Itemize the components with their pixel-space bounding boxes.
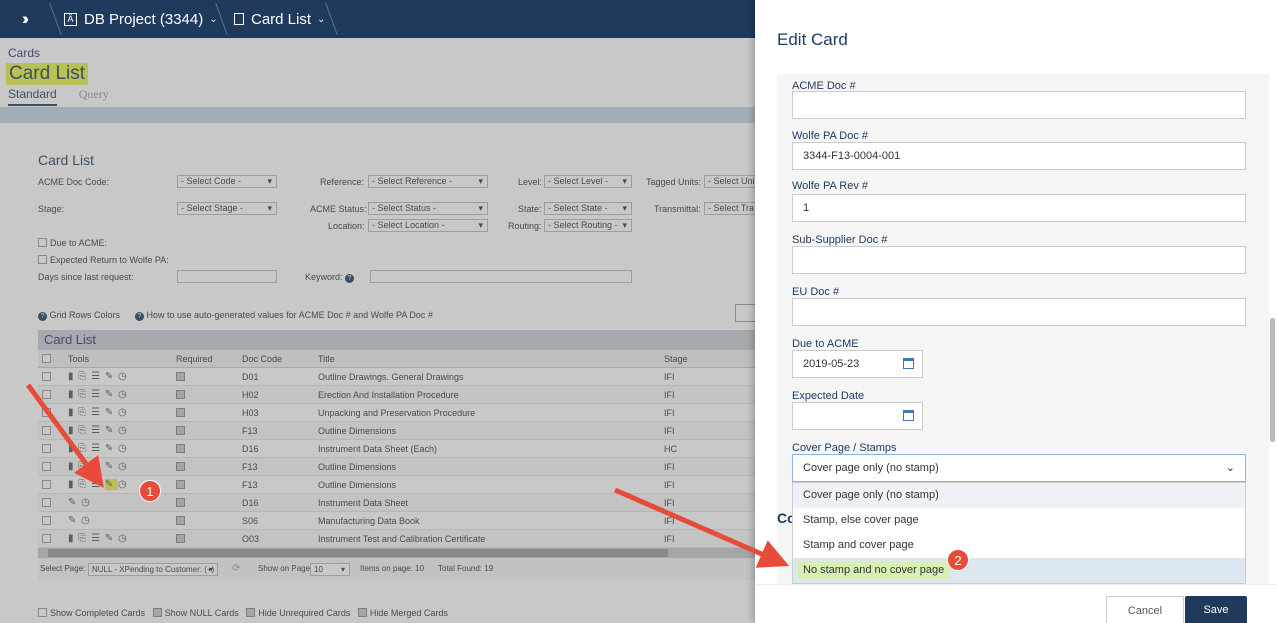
- annotation-marker-two: 2: [947, 549, 969, 571]
- arrow-one: [25, 383, 104, 489]
- annotation-arrows: [25, 383, 790, 568]
- annotation-marker-one: 1: [139, 480, 161, 502]
- arrow-two: [614, 487, 790, 568]
